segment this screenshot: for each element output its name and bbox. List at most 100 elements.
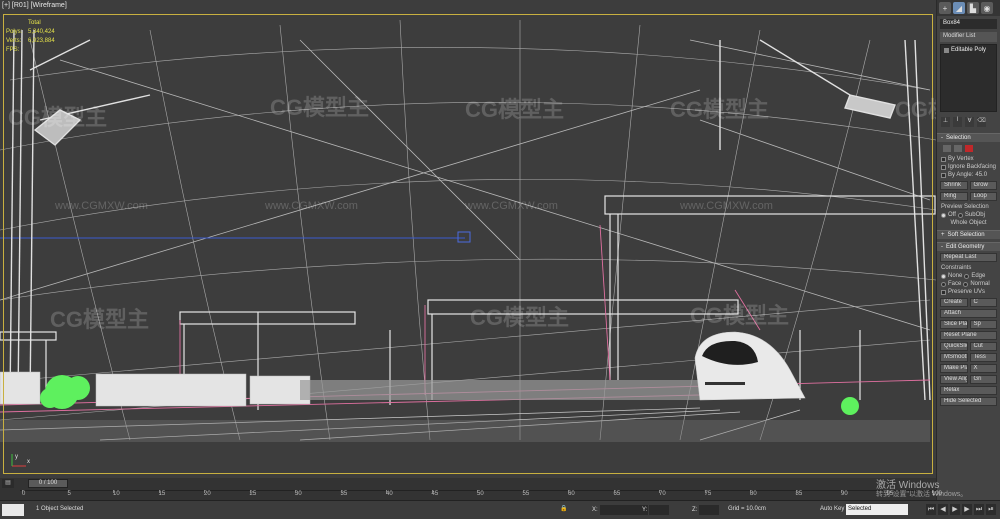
motion-tab-icon[interactable]: ◉: [981, 2, 993, 14]
grid-align-button[interactable]: Gri: [969, 375, 997, 384]
tessellate-button[interactable]: Tess: [969, 353, 997, 362]
watermark-url: www.CGMXW.com: [55, 200, 148, 212]
slice-plane-button[interactable]: Slice Plane: [940, 320, 968, 329]
make-planar-button[interactable]: Make Planar: [940, 364, 968, 373]
quickslice-button[interactable]: QuickSlice: [940, 342, 968, 351]
z-label: Z:: [692, 507, 698, 513]
watermark: CG模型主: [465, 97, 565, 122]
y-coordinate[interactable]: Y:: [642, 505, 670, 515]
planar-x-button[interactable]: X: [969, 364, 997, 373]
none-radio[interactable]: [941, 273, 946, 279]
ring-button[interactable]: Ring: [940, 192, 968, 201]
checkbox[interactable]: [941, 172, 946, 178]
modifier-stack[interactable]: Editable Poly: [940, 44, 997, 112]
mini-curve-editor-icon[interactable]: ▤: [2, 479, 14, 488]
watermark-url: www.CGMXW.com: [465, 200, 558, 212]
by-vertex-label: By Vertex: [948, 156, 974, 162]
plus-icon: +: [941, 232, 945, 238]
element-mode-icon[interactable]: [965, 145, 973, 152]
watermark-url: www.CGMXW.com: [265, 200, 358, 212]
x-field[interactable]: [599, 505, 648, 515]
auto-key-button[interactable]: Auto Key: [820, 506, 844, 512]
by-angle-label: By Angle:: [948, 172, 974, 178]
trackbar-tick-label: 80: [750, 490, 757, 497]
key-mode-icon[interactable]: ⏯: [986, 504, 996, 515]
none-label: None: [948, 273, 963, 279]
by-angle-value[interactable]: 45.0: [975, 172, 987, 178]
split-button[interactable]: Sp: [969, 320, 997, 329]
watermark: CG模型主: [8, 105, 108, 130]
trackbar-tick-label: 85: [795, 490, 803, 497]
hide-selected-button[interactable]: Hide Selected: [940, 397, 997, 406]
repeat-last-button[interactable]: Repeat Last: [940, 253, 997, 262]
collapse-button[interactable]: C: [969, 298, 997, 307]
vertex-mode-icon[interactable]: [943, 145, 951, 152]
hierarchy-tab-icon[interactable]: ▙: [967, 2, 979, 14]
next-frame-icon[interactable]: ▶: [962, 504, 972, 515]
time-slider[interactable]: 0 / 100: [28, 479, 68, 488]
checkbox[interactable]: [941, 156, 946, 162]
subobj-radio[interactable]: [957, 212, 963, 218]
expand-icon[interactable]: [944, 47, 949, 53]
checkbox[interactable]: [941, 289, 946, 295]
go-to-start-icon[interactable]: ⏮: [926, 504, 936, 515]
show-end-result-icon[interactable]: ǀ: [953, 117, 962, 127]
subobject-selector: [937, 142, 1000, 155]
subobj-label: SubObj: [964, 212, 985, 218]
play-icon[interactable]: ▶: [950, 504, 960, 515]
face-radio[interactable]: [941, 281, 946, 287]
viewport[interactable]: [+] [R01] [Wireframe] Total Polys: 5,340,…: [0, 0, 936, 478]
loop-button[interactable]: Loop: [969, 192, 997, 201]
edge-mode-icon[interactable]: [954, 145, 962, 152]
reset-plane-button[interactable]: Reset Plane: [940, 331, 997, 340]
z-coordinate[interactable]: Z:: [692, 505, 720, 515]
preserve-uvs-option[interactable]: Preserve UVs: [937, 288, 1000, 296]
attach-button[interactable]: Attach: [940, 309, 997, 318]
viewport-label[interactable]: [+] [R01] [Wireframe]: [2, 2, 67, 9]
y-field[interactable]: [649, 505, 670, 515]
off-radio[interactable]: [941, 212, 946, 218]
watermark-url: www.CGMXW.com: [680, 200, 773, 212]
z-field[interactable]: [699, 505, 720, 515]
edit-geometry-rollout[interactable]: - Edit Geometry: [937, 242, 1000, 251]
selection-set-dropdown[interactable]: Selected: [846, 504, 908, 515]
pin-stack-icon[interactable]: ⊥: [941, 117, 950, 127]
create-button[interactable]: Create: [940, 298, 968, 307]
checkbox[interactable]: [941, 164, 946, 170]
shrink-button[interactable]: Shrink: [940, 181, 968, 190]
go-to-end-icon[interactable]: ⏭: [974, 504, 984, 515]
constraints-label: Constraints: [941, 265, 972, 271]
view-align-button[interactable]: View Align: [940, 375, 968, 384]
remove-modifier-icon[interactable]: ⌫: [977, 117, 986, 127]
watermark: CG模型主: [670, 97, 770, 122]
modify-tab-icon[interactable]: ◢: [953, 2, 965, 14]
by-vertex-option[interactable]: By Vertex: [937, 155, 1000, 163]
object-name-field[interactable]: Box84: [940, 19, 997, 29]
by-angle-option[interactable]: By Angle: 45.0: [937, 171, 1000, 179]
stack-item-label: Editable Poly: [951, 47, 987, 53]
fps-label: FPS:: [6, 47, 20, 53]
trackbar-ruler[interactable]: 0 5 10 15 20 25 30 35 40 45 50 55 60 65 70 75 80 85 90 95 10…: [20, 490, 942, 500]
cut-button[interactable]: Cut: [969, 342, 997, 351]
grow-button[interactable]: Grow: [969, 181, 997, 190]
constraints-row-1: None Edge: [937, 272, 1000, 280]
soft-selection-rollout[interactable]: + Soft Selection: [937, 230, 1000, 239]
maxscript-listener[interactable]: [2, 504, 24, 516]
selection-rollout-header[interactable]: - Selection: [937, 133, 1000, 142]
trackbar-tick-label: 70: [659, 490, 666, 497]
msmooth-button[interactable]: MSmooth: [940, 353, 968, 362]
create-tab[interactable]: +: [939, 2, 951, 14]
off-label: Off: [948, 212, 956, 218]
x-coordinate[interactable]: X:: [592, 505, 648, 515]
edge-radio[interactable]: [964, 273, 970, 279]
axis-y-label: y: [15, 454, 18, 460]
previous-frame-icon[interactable]: ◀: [938, 504, 948, 515]
normal-radio[interactable]: [963, 281, 969, 287]
ignore-backfacing-option[interactable]: Ignore Backfacing: [937, 163, 1000, 171]
relax-button[interactable]: Relax: [940, 386, 997, 395]
make-unique-icon[interactable]: ∀: [965, 117, 974, 127]
trackbar-tick-label: 0: [22, 490, 26, 497]
lock-icon[interactable]: 🔒: [560, 505, 567, 512]
stack-item[interactable]: Editable Poly: [944, 47, 993, 53]
modifier-list-dropdown[interactable]: Modifier List: [940, 32, 997, 42]
